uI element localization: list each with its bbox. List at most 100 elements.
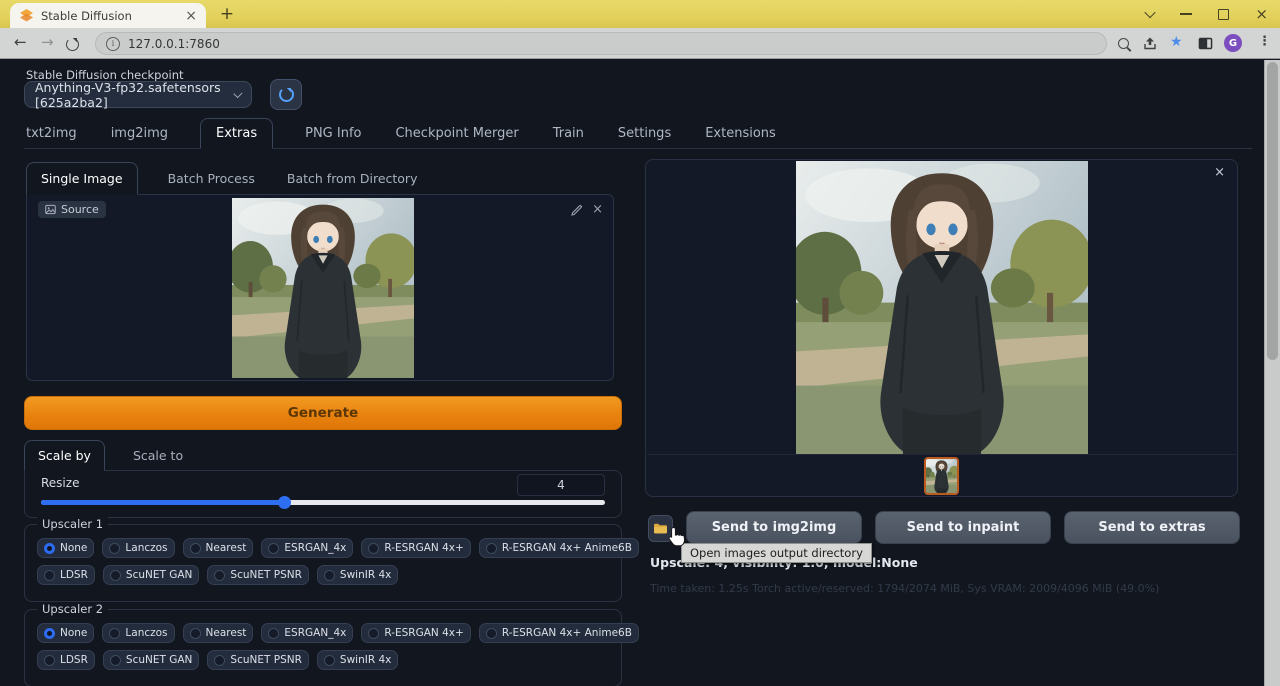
new-tab-button[interactable]: + [217,4,237,24]
bookmark-star-icon[interactable]: ★ [1170,34,1183,50]
browser-menu-icon[interactable]: ⋮ [1258,34,1271,49]
resize-panel: Resize 4 [24,470,622,518]
clear-image-icon[interactable]: × [592,203,603,216]
radio-icon [368,543,379,554]
refresh-icon [279,87,294,102]
window-chevron-icon[interactable] [1145,7,1156,18]
radio-option[interactable]: ScuNET GAN [103,565,200,585]
extras-subtabs: Single Image Batch Process Batch from Di… [26,160,447,194]
maximize-icon[interactable] [1218,9,1229,20]
radio-option[interactable]: LDSR [37,650,95,670]
radio-option[interactable]: ScuNET GAN [103,650,200,670]
source-tools: × [571,203,603,216]
upscaler1-group: Upscaler 1 None Lanczos Nearest ESRGAN_4… [24,524,622,602]
generate-button[interactable]: Generate [24,396,622,430]
tab-txt2img[interactable]: txt2img [24,119,79,148]
radio-option[interactable]: R-ESRGAN 4x+ Anime6B [479,623,639,643]
minimize-icon[interactable] [1180,13,1192,15]
tab-title: Stable Diffusion [41,9,185,23]
radio-option[interactable]: SwinIR 4x [317,565,398,585]
radio-option[interactable]: Nearest [183,623,254,643]
radio-icon [368,628,379,639]
upscaler1-label: Upscaler 1 [37,517,108,531]
radio-icon [110,655,121,666]
radio-option[interactable]: Nearest [183,538,254,558]
reload-icon[interactable] [66,38,79,51]
resize-value-input[interactable]: 4 [517,474,605,496]
send-to-extras-button[interactable]: Send to extras [1064,511,1240,544]
slider-handle[interactable] [278,496,291,509]
edit-pencil-icon[interactable] [571,204,583,216]
radio-option[interactable]: R-ESRGAN 4x+ [361,538,470,558]
radio-option[interactable]: Lanczos [102,538,174,558]
result-thumbnail[interactable] [924,457,959,495]
tab-scale-to[interactable]: Scale to [131,441,185,470]
source-chip: Source [38,201,106,218]
page-scrollbar[interactable] [1264,60,1280,686]
radio-option[interactable]: R-ESRGAN 4x+ Anime6B [479,538,639,558]
subtab-single-image[interactable]: Single Image [26,162,138,195]
send-to-inpaint-button[interactable]: Send to inpaint [875,511,1051,544]
tab-settings[interactable]: Settings [616,119,673,148]
radio-option[interactable]: ScuNET PSNR [207,565,308,585]
mouse-cursor [666,526,686,548]
scale-tabs: Scale by Scale to [24,442,211,470]
result-image[interactable] [796,161,1088,454]
refresh-checkpoint-button[interactable] [270,79,302,110]
radio-option[interactable]: LDSR [37,565,95,585]
tab-extras[interactable]: Extras [200,118,273,149]
radio-option[interactable]: ScuNET PSNR [207,650,308,670]
tab-img2img[interactable]: img2img [109,119,170,148]
radio-icon [109,628,120,639]
profile-avatar[interactable]: G [1224,34,1242,52]
tab-extensions[interactable]: Extensions [703,119,778,148]
source-image [232,198,414,378]
radio-option[interactable]: ESRGAN_4x [261,538,353,558]
side-panel-icon[interactable] [1198,37,1213,50]
address-bar[interactable]: 127.0.0.1:7860 [95,32,1107,55]
radio-option[interactable]: R-ESRGAN 4x+ [361,623,470,643]
picture-icon [45,204,56,215]
tab-checkpoint-merger[interactable]: Checkpoint Merger [393,119,520,148]
forward-icon[interactable]: → [41,33,54,51]
browser-titlebar: Stable Diffusion × + × [0,0,1280,28]
send-to-img2img-button[interactable]: Send to img2img [686,511,862,544]
radio-icon [268,628,279,639]
gallery-close-icon[interactable]: × [1214,165,1225,180]
radio-option[interactable]: Lanczos [102,623,174,643]
radio-selected-icon [44,628,55,639]
search-icon[interactable] [1118,38,1129,49]
source-image-dropzone[interactable]: Source × [26,194,614,381]
browser-tab[interactable]: Stable Diffusion × [10,3,206,28]
upscaler2-row1: None Lanczos Nearest ESRGAN_4x R-ESRGAN … [37,623,609,643]
resize-label: Resize [41,476,79,490]
resize-slider[interactable] [41,500,605,505]
site-info-icon[interactable] [106,37,120,51]
upscaler2-label: Upscaler 2 [37,602,108,616]
tab-close-icon[interactable]: × [185,9,197,23]
radio-icon [324,655,335,666]
radio-option[interactable]: SwinIR 4x [317,650,398,670]
radio-icon [214,570,225,581]
upscaler1-row2: LDSR ScuNET GAN ScuNET PSNR SwinIR 4x [37,565,609,585]
radio-selected-icon [44,543,55,554]
performance-info-text: Time taken: 1.25s Torch active/reserved:… [650,582,1159,595]
tab-train[interactable]: Train [551,119,586,148]
scrollbar-thumb[interactable] [1267,62,1278,360]
radio-option[interactable]: ESRGAN_4x [261,623,353,643]
checkpoint-dropdown[interactable]: Anything-V3-fp32.safetensors [625a2ba2] [24,81,252,108]
upscaler2-group: Upscaler 2 None Lanczos Nearest ESRGAN_4… [24,609,622,686]
tab-png-info[interactable]: PNG Info [303,119,363,148]
subtab-batch-from-directory[interactable]: Batch from Directory [285,163,420,194]
radio-icon [486,628,497,639]
share-icon[interactable] [1143,37,1157,50]
radio-option[interactable]: None [37,538,94,558]
back-icon[interactable]: ← [14,33,27,51]
tab-scale-by[interactable]: Scale by [24,440,105,471]
radio-icon [486,543,497,554]
browser-toolbar: ← → 127.0.0.1:7860 ★ G ⋮ [0,28,1280,59]
url-text[interactable]: 127.0.0.1:7860 [128,37,220,51]
subtab-batch-process[interactable]: Batch Process [166,163,257,194]
window-close-icon[interactable]: × [1255,7,1268,22]
radio-option[interactable]: None [37,623,94,643]
